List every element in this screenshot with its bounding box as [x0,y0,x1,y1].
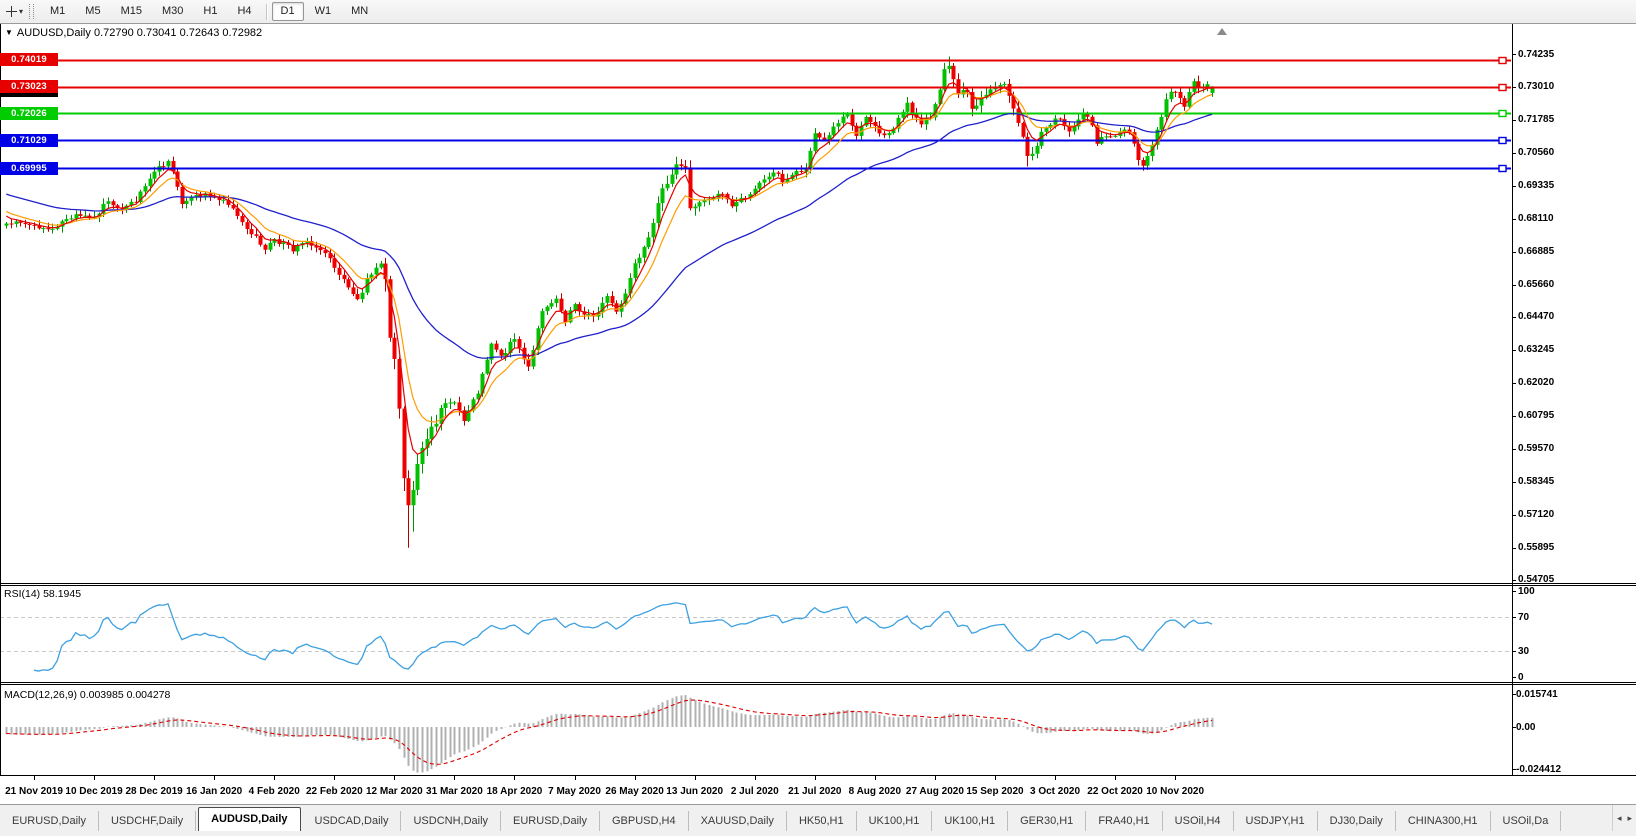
price-axis-label: 0.62020 [1518,377,1554,388]
market-tab-usoil-da[interactable]: USOil,Da [1491,811,1562,831]
date-axis-label: 10 Dec 2019 [65,786,122,797]
price-line-badge: 0.69995 [0,162,58,175]
timeframe-button-m30[interactable]: M30 [153,2,192,21]
date-axis-label: 18 Apr 2020 [487,786,543,797]
price-axis-label: 0.74235 [1518,49,1554,60]
price-axis-label: 0.59570 [1518,443,1554,454]
date-axis-label: 31 Mar 2020 [426,786,483,797]
market-tab-china300-h1[interactable]: CHINA300,H1 [1396,811,1491,831]
market-tab-audusd-daily[interactable]: AUDUSD,Daily [198,807,300,831]
market-tab-uk100-h1[interactable]: UK100,H1 [857,811,933,831]
price-line-badge: 0.74019 [0,53,58,66]
date-axis-label: 16 Jan 2020 [186,786,242,797]
rsi-indicator-label: RSI(14) 58.1945 [4,588,81,600]
tab-scroll-left-icon[interactable]: ◂ [1617,813,1622,824]
tab-scroll-right-icon[interactable]: ▸ [1627,813,1632,824]
collapse-triangle-icon: ▼ [5,28,13,37]
toolbar: ▾ M1M5M15M30H1H4 D1W1MN [0,0,1636,24]
market-tab-gbpusd-h4[interactable]: GBPUSD,H4 [600,811,689,831]
rsi-axis-label: 100 [1518,586,1535,597]
rsi-axis-label: 30 [1518,646,1529,657]
date-axis-label: 10 Nov 2020 [1146,786,1204,797]
date-axis-label: 8 Aug 2020 [849,786,901,797]
price-axis-label: 0.60795 [1518,410,1554,421]
timeframe-button-group: M1M5M15M30H1H4 D1W1MN [40,2,378,21]
price-axis-label: 0.63245 [1518,344,1554,355]
toolbar-separator [266,4,267,20]
timeframe-button-m1[interactable]: M1 [41,2,74,21]
price-chart-canvas[interactable] [0,0,1636,836]
date-axis-label: 27 Aug 2020 [906,786,964,797]
price-line-badge: 0.73023 [0,80,58,93]
market-tab-usdcnh-daily[interactable]: USDCNH,Daily [401,811,501,831]
date-axis-label: 22 Oct 2020 [1087,786,1143,797]
crosshair-icon [6,6,17,17]
macd-axis-label: 0.015741 [1516,689,1558,700]
price-axis-label: 0.66885 [1518,246,1554,257]
price-line-badge: 0.72026 [0,107,58,120]
timeframe-button-d1[interactable]: D1 [272,2,304,21]
macd-indicator-label: MACD(12,26,9) 0.003985 0.004278 [4,689,170,701]
date-axis-label: 2 Jul 2020 [731,786,779,797]
market-tab-fra40-h1[interactable]: FRA40,H1 [1086,811,1162,831]
price-axis-label: 0.64470 [1518,311,1554,322]
date-axis-label: 22 Feb 2020 [306,786,363,797]
timeframe-button-m5[interactable]: M5 [76,2,109,21]
macd-axis-label: -0.024412 [1516,764,1561,775]
timeframe-button-h1[interactable]: H1 [194,2,226,21]
date-axis-label: 15 Sep 2020 [966,786,1023,797]
market-tab-dj30-daily[interactable]: DJ30,Daily [1318,811,1396,831]
chart-tab-bar: EURUSD,DailyUSDCHF,DailyAUDUSD,DailyUSDC… [0,804,1636,831]
market-tab-hk50-h1[interactable]: HK50,H1 [787,811,857,831]
market-tab-usdjpy-h1[interactable]: USDJPY,H1 [1234,811,1318,831]
date-axis-label: 13 Jun 2020 [666,786,723,797]
tab-scroll-buttons: ◂ ▸ [1612,805,1636,831]
timeframe-button-h4[interactable]: H4 [228,2,260,21]
market-tab-eurusd-daily[interactable]: EURUSD,Daily [0,811,99,831]
chart-ohlc-values: 0.72790 0.73041 0.72643 0.72982 [94,27,262,39]
dropdown-caret-icon: ▾ [19,8,23,16]
mt4-window: { "toolbar": { "timeframes": ["M1","M5",… [0,0,1636,836]
price-axis-label: 0.55895 [1518,542,1554,553]
price-axis-label: 0.58345 [1518,476,1554,487]
crosshair-tool-button[interactable]: ▾ [0,2,27,22]
timeframe-button-mn[interactable]: MN [342,2,377,21]
market-tab-uk100-h1[interactable]: UK100,H1 [932,811,1008,831]
market-tab-usdcad-daily[interactable]: USDCAD,Daily [303,811,402,831]
price-axis-label: 0.69335 [1518,180,1554,191]
timeframe-button-m15[interactable]: M15 [112,2,151,21]
chart-symbol-label: AUDUSD,Daily [17,27,91,39]
price-axis-label: 0.70560 [1518,147,1554,158]
date-axis-label: 12 Mar 2020 [366,786,423,797]
price-line-badge: 0.71029 [0,134,58,147]
market-tab-usoil-h4[interactable]: USOil,H4 [1163,811,1234,831]
date-axis-label: 21 Jul 2020 [788,786,841,797]
market-tab-ger30-h1[interactable]: GER30,H1 [1008,811,1086,831]
price-axis-label: 0.54705 [1518,574,1554,585]
price-axis-label: 0.71785 [1518,114,1554,125]
date-axis-label: 28 Dec 2019 [125,786,182,797]
rsi-axis-label: 70 [1518,612,1529,623]
market-tab-usdchf-daily[interactable]: USDCHF,Daily [99,811,196,831]
date-axis-label: 4 Feb 2020 [249,786,300,797]
market-tab-xauusd-daily[interactable]: XAUUSD,Daily [689,811,787,831]
date-axis-label: 21 Nov 2019 [5,786,63,797]
market-tab-eurusd-daily[interactable]: EURUSD,Daily [501,811,600,831]
date-axis-label: 26 May 2020 [605,786,663,797]
price-axis-label: 0.57120 [1518,509,1554,520]
price-axis-label: 0.68110 [1518,213,1554,224]
price-axis-label: 0.73010 [1518,81,1554,92]
date-axis-label: 7 May 2020 [548,786,601,797]
price-axis-label: 0.65660 [1518,279,1554,290]
chart-title: ▼ AUDUSD,Daily 0.72790 0.73041 0.72643 0.… [5,27,262,39]
macd-axis-label: 0.00 [1516,722,1535,733]
toolbar-grip[interactable] [29,4,34,19]
rsi-axis-label: 0 [1518,672,1524,683]
date-axis-label: 3 Oct 2020 [1030,786,1080,797]
timeframe-button-w1[interactable]: W1 [306,2,341,21]
